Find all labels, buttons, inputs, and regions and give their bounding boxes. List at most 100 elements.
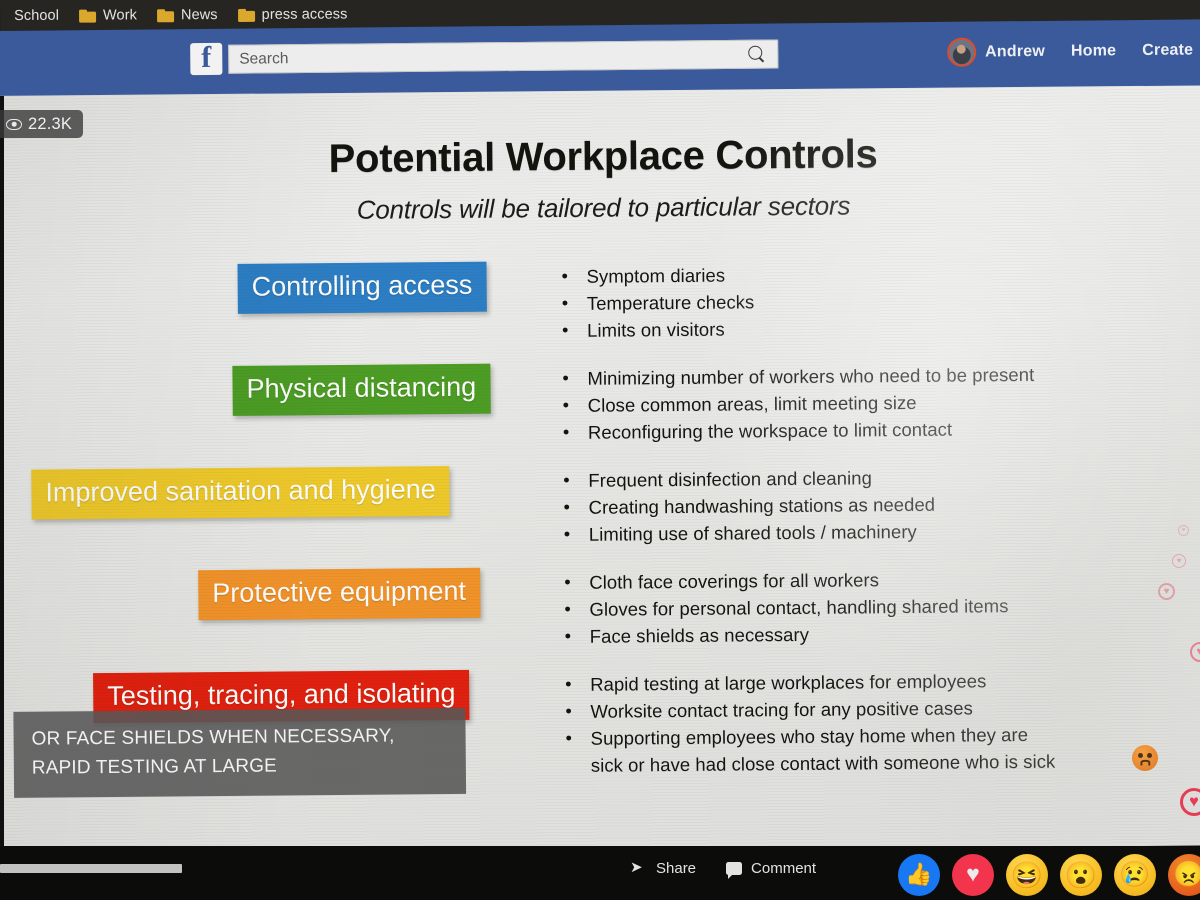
bullet-dot-icon: • <box>563 469 570 491</box>
search-input[interactable]: Search <box>228 39 779 74</box>
share-icon <box>630 858 647 876</box>
comment-button[interactable]: Comment <box>726 860 817 879</box>
search-icon[interactable] <box>748 46 765 63</box>
nav-create[interactable]: Create <box>1142 41 1193 59</box>
bullet-dot-icon: • <box>565 727 573 749</box>
comment-label: Comment <box>751 860 817 877</box>
bullet-text: Cloth face coverings for all workers <box>589 569 880 593</box>
control-chip-wrap: Protective equipment <box>0 567 555 622</box>
bookmark-label: News <box>180 7 218 24</box>
video-action-bar: Share Comment 👍 ♥ 😆 😮 😢 😠 <box>0 846 1200 900</box>
bullet-item: • Reconfiguring the workspace to limit co… <box>563 414 1183 446</box>
horizontal-scrollbar[interactable] <box>0 864 182 873</box>
comment-icon <box>726 862 743 879</box>
bullet-text: Frequent disinfection and cleaning <box>588 467 872 491</box>
bullet-dot-icon: • <box>561 319 569 341</box>
page-title: Potential Workplace Controls <box>328 132 878 182</box>
share-button[interactable]: Share <box>630 858 697 878</box>
bullet-item: • Face shields as necessary <box>565 618 1185 650</box>
bullet-text: Supporting employees who stay home when … <box>590 723 1056 776</box>
share-label: Share <box>656 860 697 877</box>
bullet-item: • Limiting use of shared tools / machiner… <box>564 516 1184 548</box>
folder-icon <box>238 8 255 21</box>
profile-link[interactable]: Andrew <box>946 37 1045 67</box>
caption-line: OR FACE SHIELDS WHEN NECESSARY, <box>31 725 395 750</box>
view-count-label: 22.3K <box>28 114 73 133</box>
control-row: Protective equipment • Cloth face covering… <box>0 561 1200 674</box>
control-chip: Improved sanitation and hygiene <box>31 466 450 520</box>
bullet-group: • Cloth face coverings for all workers • Gl… <box>564 564 1185 650</box>
bullet-text: Symptom diaries <box>586 264 726 287</box>
bullet-dot-icon: • <box>562 421 570 443</box>
control-row: Controlling access • Symptom diaries • Tempe… <box>0 255 1200 368</box>
bullet-text: Limiting use of shared tools / machinery <box>588 520 917 545</box>
reaction-haha-button[interactable]: 😆 <box>1006 854 1048 896</box>
bullet-text: Gloves for personal contact, handling sh… <box>589 595 1009 620</box>
facebook-logo-icon[interactable]: f <box>190 42 223 76</box>
bullet-text: Temperature checks <box>586 291 755 314</box>
reaction-bar: 👍 ♥ 😆 😮 😢 😠 <box>898 854 1200 896</box>
bullet-dot-icon: • <box>564 625 572 647</box>
video-caption-overlay: OR FACE SHIELDS WHEN NECESSARY, RAPID TE… <box>13 707 467 798</box>
video-player[interactable]: Potential Workplace Controls Controls wi… <box>0 85 1200 856</box>
bullet-dot-icon: • <box>564 598 571 620</box>
bullet-text: Rapid testing at large workplaces for em… <box>590 670 987 695</box>
caption-line: RAPID TESTING AT LARGE <box>31 755 278 779</box>
bullet-dot-icon: • <box>561 292 569 314</box>
slide-subtitle: Controls will be tailored to particular … <box>356 190 851 225</box>
thumbs-up-icon: 👍 <box>905 861 933 887</box>
bullet-group: • Frequent disinfection and cleaning • Crea… <box>563 462 1184 548</box>
bullet-dot-icon: • <box>561 265 569 287</box>
reaction-love-button[interactable]: ♥ <box>952 854 994 896</box>
reaction-angry-button[interactable]: 😠 <box>1168 854 1200 896</box>
eye-icon <box>6 118 22 130</box>
bullet-group: • Rapid testing at large workplaces for e… <box>565 666 1186 779</box>
bullet-dot-icon: • <box>565 700 572 722</box>
bullet-text: Creating handwashing stations as needed <box>588 493 936 518</box>
control-chip-wrap: Physical distancing <box>0 363 553 418</box>
bullet-dot-icon: • <box>563 523 571 545</box>
heart-icon: ♥ <box>966 860 980 887</box>
control-chip: Controlling access <box>237 261 487 314</box>
bullet-text: Reconfiguring the workspace to limit con… <box>587 418 953 443</box>
bullet-item: • Supporting employees who stay home when… <box>566 720 1186 779</box>
avatar <box>946 37 977 67</box>
bullet-dot-icon: • <box>562 394 570 416</box>
reaction-like-button[interactable]: 👍 <box>898 854 940 896</box>
control-chip-wrap: Controlling access <box>0 261 552 316</box>
wow-face-icon: 😮 <box>1064 860 1098 890</box>
control-chip: Physical distancing <box>232 363 491 416</box>
reaction-sad-button[interactable]: 😢 <box>1114 854 1156 896</box>
bullet-dot-icon: • <box>565 673 572 695</box>
nav-home[interactable]: Home <box>1071 42 1116 60</box>
control-chip: Protective equipment <box>198 567 481 621</box>
haha-face-icon: 😆 <box>1010 860 1044 890</box>
photographed-screen: School Work News press access f Search A… <box>0 0 1200 900</box>
bullet-dot-icon: • <box>564 571 571 593</box>
bookmark-press-access[interactable]: press access <box>232 1 362 28</box>
control-chip-wrap: Improved sanitation and hygiene <box>0 465 554 520</box>
angry-face-icon: 😠 <box>1173 860 1200 889</box>
bookmark-label: press access <box>261 6 348 23</box>
bullet-text: Worksite contact tracing for any positiv… <box>590 697 973 722</box>
bookmark-work[interactable]: Work <box>73 2 151 28</box>
bullet-text: Limits on visitors <box>586 318 725 341</box>
folder-icon <box>79 9 96 22</box>
folder-icon <box>157 9 174 22</box>
control-row: Improved sanitation and hygiene • Frequent… <box>0 459 1200 572</box>
search-placeholder: Search <box>239 49 289 68</box>
controls-list: Controlling access • Symptom diaries • Tempe… <box>0 255 1200 776</box>
bullet-group: • Minimizing number of workers who need t… <box>562 360 1183 446</box>
bullet-dot-icon: • <box>562 367 569 389</box>
view-count-badge: 22.3K <box>0 110 84 138</box>
bookmark-news[interactable]: News <box>151 2 232 28</box>
control-row: Physical distancing • Minimizing number of… <box>0 357 1200 470</box>
bullet-text: Face shields as necessary <box>589 623 810 647</box>
bookmark-school[interactable]: School <box>8 3 73 29</box>
screen-bezel-left <box>0 96 4 856</box>
bullet-item: • Limits on visitors <box>562 312 1182 344</box>
bullet-group: • Symptom diaries • Temperature checks • Limi… <box>561 258 1182 344</box>
bullet-text: Close common areas, limit meeting size <box>587 391 917 416</box>
bookmark-label: Work <box>102 7 138 24</box>
reaction-wow-button[interactable]: 😮 <box>1060 854 1102 896</box>
